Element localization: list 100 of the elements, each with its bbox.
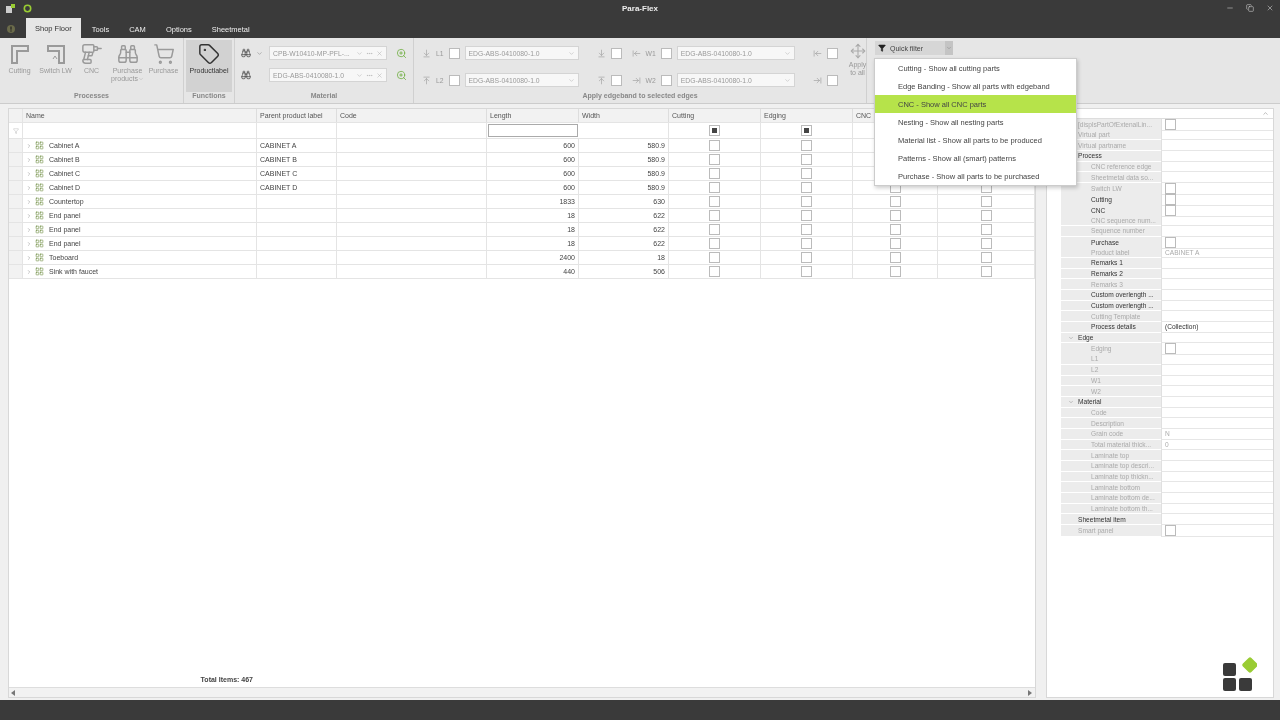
property-value-field[interactable] bbox=[1161, 418, 1273, 429]
checkbox[interactable] bbox=[889, 196, 901, 207]
checkbox[interactable] bbox=[801, 266, 812, 277]
checkbox[interactable] bbox=[801, 168, 812, 179]
property-value-field[interactable] bbox=[1161, 311, 1273, 323]
quick-filter-dropdown[interactable] bbox=[945, 41, 954, 55]
property-value-field[interactable] bbox=[1161, 204, 1273, 217]
checkbox[interactable] bbox=[709, 224, 720, 235]
sync-icon bbox=[23, 3, 32, 13]
checkbox[interactable] bbox=[1165, 236, 1176, 248]
checkbox[interactable] bbox=[801, 210, 812, 221]
checkbox[interactable] bbox=[801, 252, 812, 263]
horizontal-scrollbar[interactable] bbox=[9, 687, 1035, 697]
checkbox[interactable] bbox=[826, 47, 838, 59]
checkbox[interactable] bbox=[709, 210, 720, 221]
property-value-field[interactable] bbox=[1161, 279, 1273, 290]
checkbox[interactable] bbox=[980, 266, 992, 277]
close-icon bbox=[1266, 4, 1274, 12]
caret-icon bbox=[783, 76, 791, 84]
checkbox[interactable] bbox=[709, 182, 720, 193]
property-value-field[interactable] bbox=[1161, 268, 1273, 280]
checkbox[interactable] bbox=[709, 238, 720, 249]
assembly-icon bbox=[35, 267, 44, 276]
property-value-field[interactable] bbox=[1161, 161, 1273, 173]
scroll-left-icon[interactable] bbox=[11, 689, 16, 696]
minimize-icon bbox=[1226, 4, 1234, 12]
checkbox[interactable] bbox=[801, 125, 812, 136]
checkbox[interactable] bbox=[709, 154, 720, 165]
checkbox[interactable] bbox=[709, 125, 720, 136]
assembly-icon bbox=[35, 239, 44, 248]
checkbox[interactable] bbox=[610, 47, 622, 59]
property-value-field[interactable] bbox=[1161, 450, 1273, 461]
search-icon bbox=[396, 69, 407, 81]
property-value-field[interactable] bbox=[1161, 493, 1273, 504]
property-value-field[interactable] bbox=[1161, 215, 1273, 226]
checkbox[interactable] bbox=[709, 140, 720, 151]
checkbox[interactable] bbox=[801, 196, 812, 207]
checkbox[interactable] bbox=[709, 266, 720, 277]
filter-input[interactable] bbox=[488, 124, 578, 137]
checkbox[interactable] bbox=[980, 224, 992, 235]
checkbox[interactable] bbox=[980, 238, 992, 249]
property-value-field[interactable] bbox=[1161, 129, 1273, 141]
checkbox[interactable] bbox=[980, 252, 992, 263]
scroll-right-icon[interactable] bbox=[1028, 689, 1033, 696]
checkbox[interactable] bbox=[889, 210, 901, 221]
assembly-icon bbox=[35, 183, 44, 192]
checkbox[interactable] bbox=[801, 182, 812, 193]
checkbox[interactable] bbox=[801, 224, 812, 235]
property-value-field[interactable] bbox=[1161, 236, 1273, 249]
checkbox[interactable] bbox=[980, 210, 992, 221]
checkbox[interactable] bbox=[709, 168, 720, 179]
checkbox[interactable] bbox=[889, 224, 901, 235]
assembly-icon bbox=[35, 155, 44, 164]
checkbox[interactable] bbox=[709, 196, 720, 207]
property-value-field[interactable] bbox=[1161, 461, 1273, 472]
arrow-up-to-line-icon bbox=[596, 75, 606, 85]
restore-icon bbox=[1246, 4, 1254, 12]
property-value-field[interactable] bbox=[1161, 140, 1273, 152]
caret-icon bbox=[356, 49, 363, 57]
property-value-field[interactable] bbox=[1161, 119, 1273, 131]
checkbox[interactable] bbox=[1165, 204, 1176, 216]
checkbox[interactable] bbox=[889, 238, 901, 249]
property-value-field[interactable] bbox=[1161, 364, 1273, 376]
arrow-left-to-line-icon bbox=[812, 48, 822, 58]
property-value-field[interactable] bbox=[1161, 300, 1273, 312]
property-value-field[interactable] bbox=[1161, 482, 1273, 494]
checkbox[interactable] bbox=[980, 196, 992, 207]
checkbox[interactable] bbox=[709, 252, 720, 263]
property-value-field[interactable] bbox=[1161, 471, 1273, 483]
app-menu-icon[interactable] bbox=[7, 25, 15, 33]
window-title: Para-Flex bbox=[622, 3, 658, 13]
property-value-field[interactable] bbox=[1161, 525, 1273, 538]
drill-icon bbox=[80, 43, 103, 65]
app-icon bbox=[6, 3, 15, 13]
property-value-field[interactable] bbox=[1161, 257, 1273, 269]
assembly-icon bbox=[35, 141, 44, 150]
property-value-field[interactable] bbox=[1161, 183, 1273, 196]
property-value-field[interactable] bbox=[1161, 354, 1273, 365]
property-value-field[interactable] bbox=[1161, 343, 1273, 356]
checkbox[interactable] bbox=[1165, 193, 1176, 205]
property-value-field[interactable] bbox=[1161, 375, 1273, 387]
checkbox[interactable] bbox=[826, 74, 838, 86]
property-value-field[interactable] bbox=[1161, 290, 1273, 301]
checkbox[interactable] bbox=[889, 266, 901, 277]
property-value-field[interactable] bbox=[1161, 225, 1273, 237]
checkbox[interactable] bbox=[610, 74, 622, 86]
checkbox[interactable] bbox=[660, 74, 672, 86]
checkbox[interactable] bbox=[801, 154, 812, 165]
property-value-field[interactable] bbox=[1161, 514, 1273, 526]
checkbox[interactable] bbox=[660, 47, 672, 59]
property-value-field[interactable] bbox=[1161, 193, 1273, 206]
property-value-field[interactable] bbox=[1161, 172, 1273, 184]
property-value-field[interactable] bbox=[1161, 386, 1273, 397]
property-value-field[interactable] bbox=[1161, 407, 1273, 419]
checkbox[interactable] bbox=[448, 74, 460, 86]
checkbox[interactable] bbox=[889, 252, 901, 263]
checkbox[interactable] bbox=[801, 140, 812, 151]
checkbox[interactable] bbox=[448, 47, 460, 59]
property-value-field[interactable] bbox=[1161, 503, 1273, 515]
checkbox[interactable] bbox=[801, 238, 812, 249]
